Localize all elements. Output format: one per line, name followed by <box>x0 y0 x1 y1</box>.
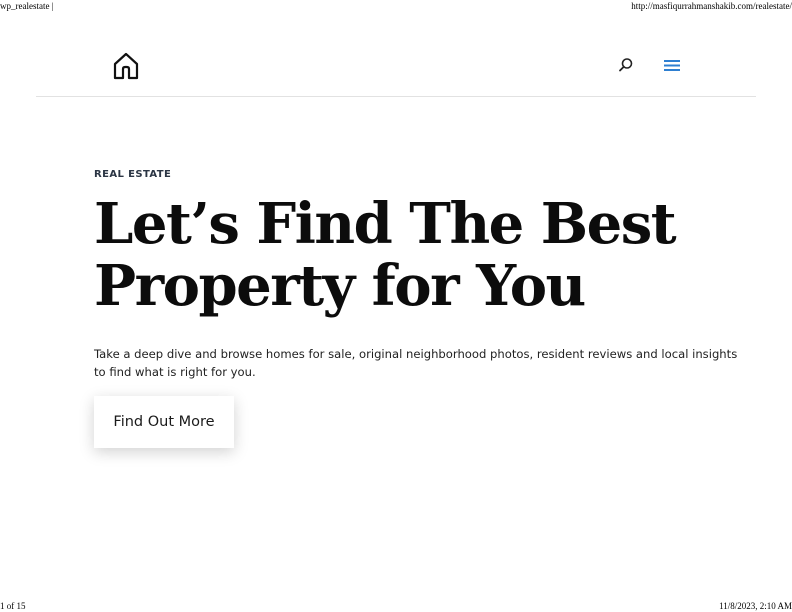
house-icon <box>113 52 139 80</box>
print-footer-page: 1 of 15 <box>0 601 26 611</box>
menu-button[interactable] <box>663 57 681 73</box>
search-icon <box>619 58 633 72</box>
site-header <box>36 40 756 97</box>
print-header-url: http://masfiqurrahmanshakib.com/realesta… <box>631 1 792 11</box>
print-header-title: wp_realestate | <box>0 1 54 11</box>
hero-title-line-1: Let’s Find The Best <box>94 191 677 257</box>
search-button[interactable] <box>618 57 634 73</box>
hamburger-menu-icon <box>664 60 680 71</box>
hero-title-line-2: Property for You <box>94 253 586 319</box>
find-out-more-button[interactable]: Find Out More <box>94 396 234 448</box>
home-logo-link[interactable] <box>112 51 140 81</box>
hero-description: Take a deep dive and browse homes for sa… <box>94 347 738 379</box>
hero-eyebrow: REAL ESTATE <box>94 169 172 180</box>
hero-title: Let’s Find The Best Property for You <box>94 193 714 317</box>
print-footer-date: 11/8/2023, 2:10 AM <box>719 601 792 611</box>
